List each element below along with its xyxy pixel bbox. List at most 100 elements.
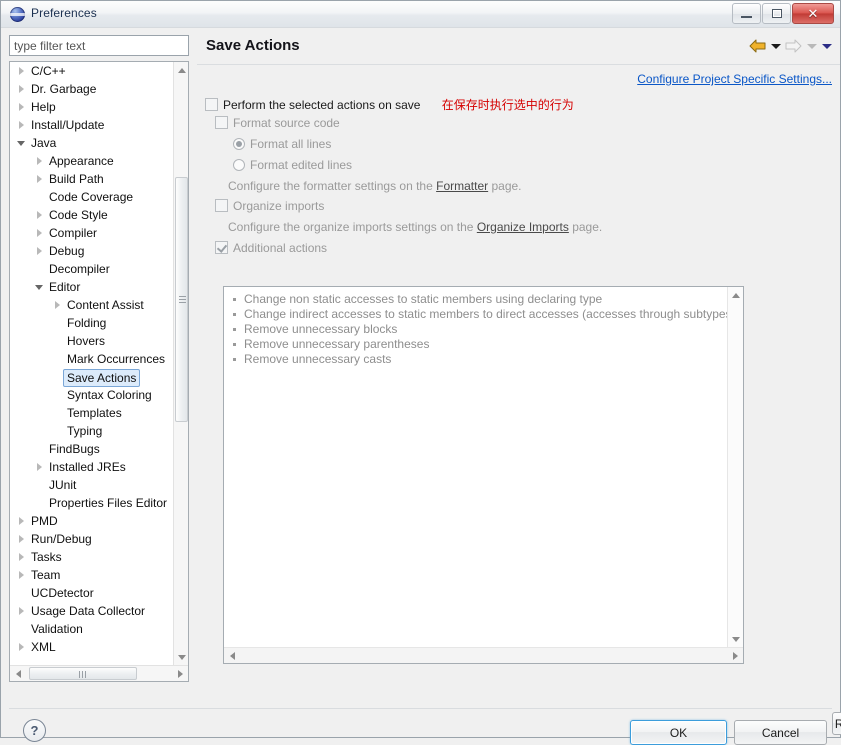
scroll-up-arrow-icon[interactable]	[174, 62, 188, 78]
expand-triangle-icon[interactable]	[16, 548, 27, 566]
format-edited-lines-radio[interactable]	[233, 159, 245, 171]
sidebar-item-code-coverage[interactable]: Code Coverage	[10, 188, 174, 206]
expand-triangle-icon[interactable]	[16, 62, 27, 80]
tree-horizontal-scrollbar[interactable]	[10, 665, 188, 681]
sidebar-item-save-actions[interactable]: Save Actions	[10, 368, 174, 387]
sidebar-item-templates[interactable]: Templates	[10, 404, 174, 422]
format-source-code-checkbox[interactable]	[215, 116, 228, 129]
restore-defaults-button[interactable]: Restore Defaults	[832, 712, 841, 735]
sidebar-item-build-path[interactable]: Build Path	[10, 170, 174, 188]
list-vertical-scrollbar[interactable]	[727, 287, 743, 647]
back-arrow-icon[interactable]	[749, 39, 766, 53]
perform-on-save-checkbox[interactable]	[205, 98, 218, 111]
sidebar-item-mark-occurrences[interactable]: Mark Occurrences	[10, 350, 174, 368]
expand-triangle-icon[interactable]	[34, 206, 45, 224]
additional-actions-checkbox[interactable]	[215, 241, 228, 254]
sidebar-item-c-c[interactable]: C/C++	[10, 62, 174, 80]
expand-triangle-icon[interactable]	[16, 602, 27, 620]
list-item[interactable]: Remove unnecessary parentheses	[230, 337, 725, 352]
ok-button[interactable]: OK	[630, 720, 727, 745]
preferences-tree[interactable]: C/C++ Dr. Garbage Help Install/Update Java Ap…	[9, 61, 189, 682]
sidebar-item-ucdetector[interactable]: UCDetector	[10, 584, 174, 602]
sidebar-item-usage-data-collector[interactable]: Usage Data Collector	[10, 602, 174, 620]
sidebar-item-code-style[interactable]: Code Style	[10, 206, 174, 224]
format-all-lines-radio[interactable]	[233, 138, 245, 150]
sidebar-item-install-update[interactable]: Install/Update	[10, 116, 174, 134]
list-item[interactable]: Change non static accesses to static mem…	[230, 292, 725, 307]
expand-triangle-icon[interactable]	[16, 98, 27, 116]
sidebar-item-appearance[interactable]: Appearance	[10, 152, 174, 170]
expand-triangle-icon[interactable]	[52, 296, 63, 314]
tree-hscroll-thumb[interactable]	[29, 667, 137, 680]
expand-triangle-icon[interactable]	[34, 458, 45, 476]
sidebar-item-decompiler[interactable]: Decompiler	[10, 260, 174, 278]
sidebar-item-typing[interactable]: Typing	[10, 422, 174, 440]
eclipse-sphere-icon	[10, 7, 25, 22]
list-horizontal-scrollbar[interactable]	[224, 647, 743, 663]
sidebar-item-findbugs[interactable]: FindBugs	[10, 440, 174, 458]
sidebar-item-validation[interactable]: Validation	[10, 620, 174, 638]
sidebar-item-editor[interactable]: Editor	[10, 278, 174, 296]
expand-triangle-icon[interactable]	[16, 566, 27, 584]
sidebar-item-properties-files-editor[interactable]: Properties Files Editor	[10, 494, 174, 512]
list-item[interactable]: Remove unnecessary casts	[230, 352, 725, 367]
format-edited-lines-row: Format edited lines	[233, 158, 352, 172]
list-scroll-down-arrow-icon[interactable]	[728, 631, 743, 647]
list-scroll-up-arrow-icon[interactable]	[728, 287, 743, 303]
formatter-link[interactable]: Formatter	[436, 179, 488, 193]
restore-button[interactable]	[762, 3, 791, 24]
scroll-right-arrow-icon[interactable]	[172, 666, 188, 681]
list-scroll-left-arrow-icon[interactable]	[224, 648, 240, 663]
organize-imports-link[interactable]: Organize Imports	[477, 220, 569, 234]
help-button[interactable]: ?	[23, 719, 46, 742]
sidebar-item-java[interactable]: Java	[10, 134, 174, 152]
expand-triangle-icon[interactable]	[16, 80, 27, 98]
close-button[interactable]: ✕	[792, 3, 834, 24]
page-menu-chevron-down-icon[interactable]	[821, 39, 832, 53]
list-scroll-right-arrow-icon[interactable]	[727, 648, 743, 663]
sidebar-item-tasks[interactable]: Tasks	[10, 548, 174, 566]
scroll-down-arrow-icon[interactable]	[174, 649, 188, 665]
sidebar-item-installed-jres[interactable]: Installed JREs	[10, 458, 174, 476]
sidebar-item-xml[interactable]: XML	[10, 638, 174, 656]
sidebar-item-content-assist[interactable]: Content Assist	[10, 296, 174, 314]
format-edited-lines-label: Format edited lines	[250, 158, 353, 172]
sidebar-item-folding[interactable]: Folding	[10, 314, 174, 332]
organize-imports-checkbox[interactable]	[215, 199, 228, 212]
back-history-chevron-down-icon[interactable]	[770, 39, 781, 53]
sidebar-item-label: Content Assist	[67, 298, 144, 312]
sidebar-item-syntax-coloring[interactable]: Syntax Coloring	[10, 386, 174, 404]
additional-actions-list[interactable]: Change non static accesses to static mem…	[223, 286, 744, 664]
sidebar-item-compiler[interactable]: Compiler	[10, 224, 174, 242]
sidebar-item-pmd[interactable]: PMD	[10, 512, 174, 530]
sidebar-item-dr-garbage[interactable]: Dr. Garbage	[10, 80, 174, 98]
list-item[interactable]: Change indirect accesses to static membe…	[230, 307, 736, 322]
sidebar-item-debug[interactable]: Debug	[10, 242, 174, 260]
minimize-button[interactable]	[732, 3, 761, 24]
sidebar-item-label: Code Style	[49, 208, 108, 222]
expand-triangle-icon[interactable]	[34, 152, 45, 170]
expand-triangle-icon[interactable]	[16, 512, 27, 530]
tree-vscroll-thumb[interactable]	[175, 177, 188, 422]
search-input[interactable]	[9, 35, 189, 56]
scroll-left-arrow-icon[interactable]	[10, 666, 26, 681]
sidebar-item-help[interactable]: Help	[10, 98, 174, 116]
expand-triangle-icon[interactable]	[16, 638, 27, 656]
expand-triangle-icon[interactable]	[34, 224, 45, 242]
sidebar-item-hovers[interactable]: Hovers	[10, 332, 174, 350]
collapse-triangle-icon[interactable]	[16, 134, 27, 152]
format-all-lines-label: Format all lines	[250, 137, 332, 151]
tree-vertical-scrollbar[interactable]	[173, 62, 188, 665]
expand-triangle-icon[interactable]	[16, 116, 27, 134]
sidebar-item-team[interactable]: Team	[10, 566, 174, 584]
expand-triangle-icon[interactable]	[16, 530, 27, 548]
expand-triangle-icon[interactable]	[34, 170, 45, 188]
cancel-button[interactable]: Cancel	[734, 720, 827, 745]
configure-project-specific-settings-link[interactable]: Configure Project Specific Settings...	[637, 72, 832, 86]
sidebar-item-junit[interactable]: JUnit	[10, 476, 174, 494]
list-item[interactable]: Remove unnecessary blocks	[230, 322, 725, 337]
expand-triangle-icon[interactable]	[34, 242, 45, 260]
collapse-triangle-icon[interactable]	[34, 278, 45, 296]
restore-icon	[763, 4, 790, 23]
sidebar-item-run-debug[interactable]: Run/Debug	[10, 530, 174, 548]
